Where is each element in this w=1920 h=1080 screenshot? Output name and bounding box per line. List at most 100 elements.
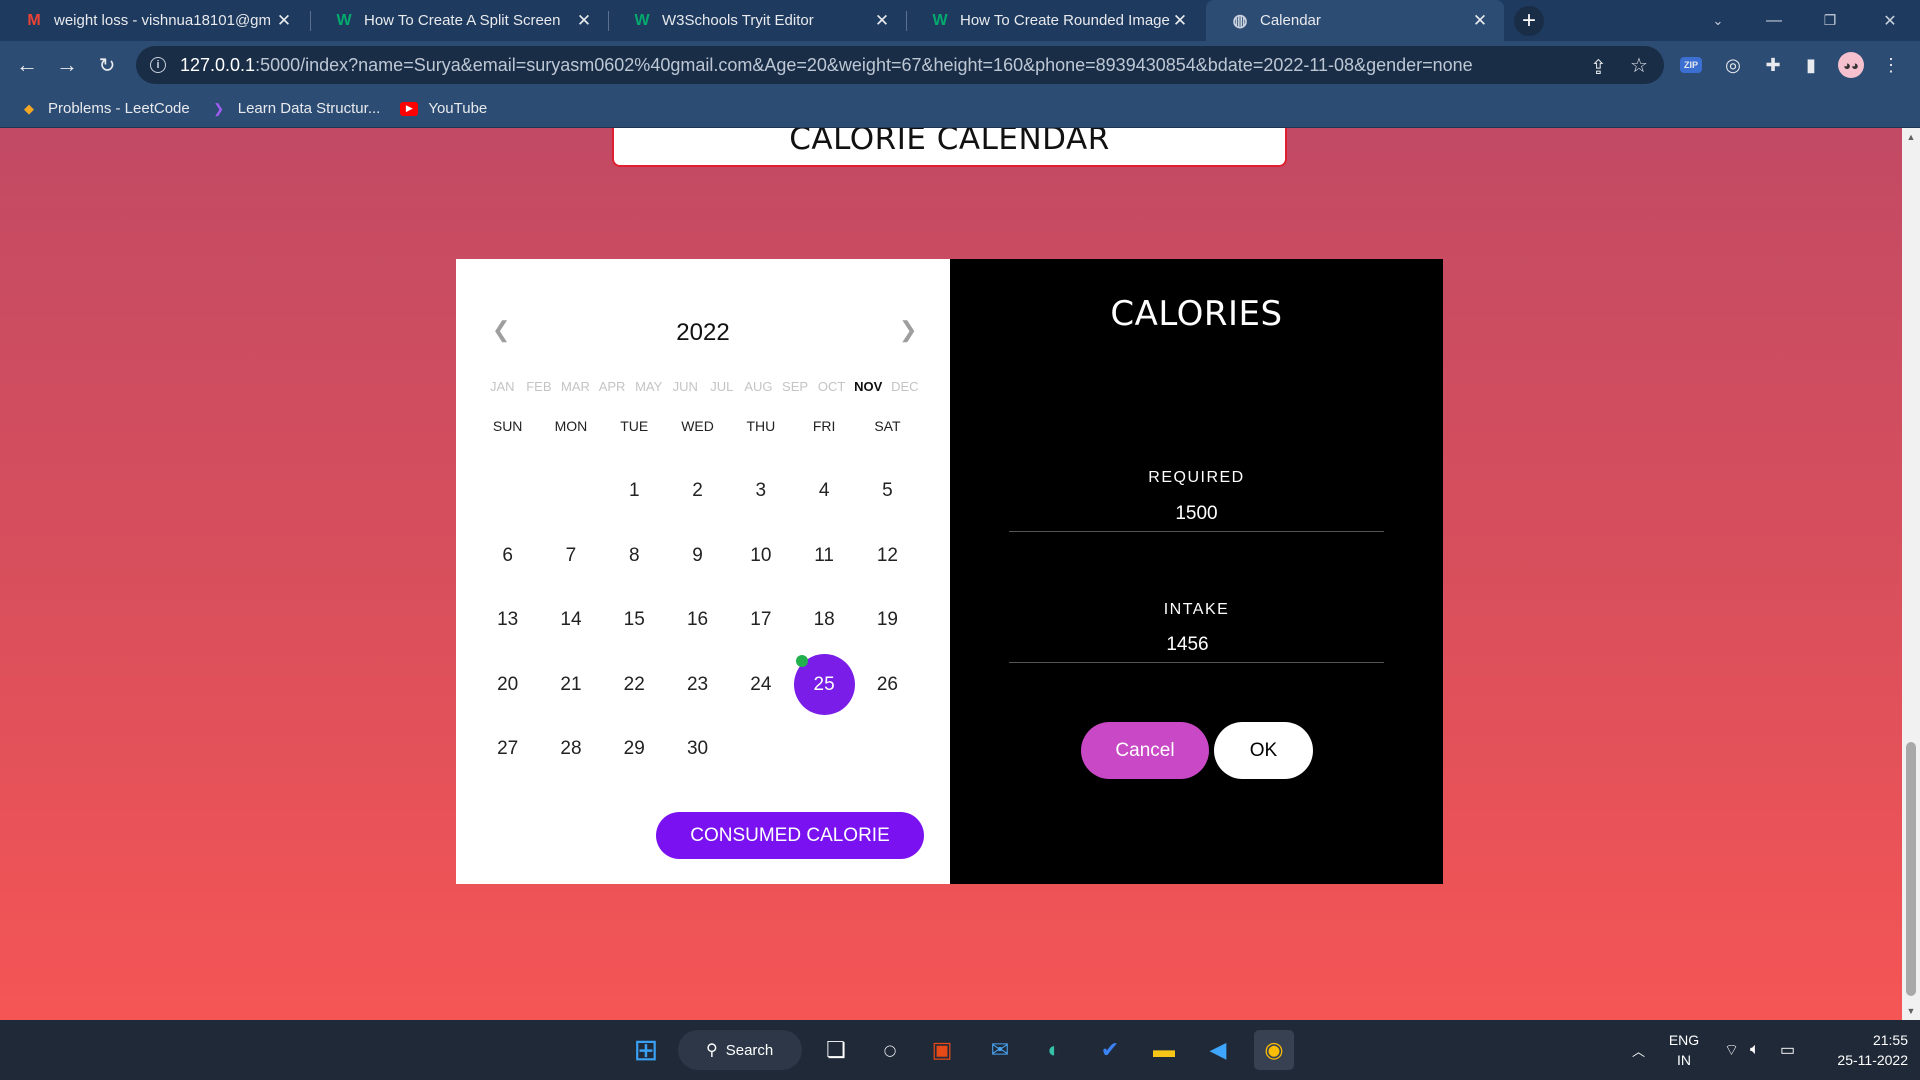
calendar-day-2[interactable]: 2 [666,459,729,524]
close-icon[interactable]: ✕ [274,11,294,31]
todo-icon[interactable]: ✔ [1090,1030,1130,1070]
taskbar-search[interactable]: ⚲ Search [678,1030,802,1070]
month-dec[interactable]: DEC [887,379,924,394]
month-jan[interactable]: JAN [484,379,521,394]
calendar-day-21[interactable]: 21 [539,653,602,718]
month-jul[interactable]: JUL [704,379,741,394]
tab-calendar[interactable]: ◍ Calendar ✕ [1206,0,1504,41]
calendar-day-23[interactable]: 23 [666,653,729,718]
window-close-button[interactable]: ✕ [1862,0,1918,41]
calendar-day-28[interactable]: 28 [539,717,602,782]
back-button[interactable]: ← [10,48,44,82]
close-icon[interactable]: ✕ [1470,11,1490,31]
calendar-day-24[interactable]: 24 [729,653,792,718]
calendar-day-11[interactable]: 11 [792,524,855,589]
calendar-day-29[interactable]: 29 [603,717,666,782]
restore-button[interactable]: ❐ [1802,0,1858,41]
month-mar[interactable]: MAR [557,379,594,394]
next-year-button[interactable]: ❯ [899,317,917,343]
show-hidden-icons[interactable]: ︿ [1632,1020,1645,1080]
ok-button[interactable]: OK [1214,722,1313,779]
tab-gmail[interactable]: M weight loss - vishnua18101@gm ✕ [0,0,308,41]
extension-icon[interactable]: ◎ [1720,52,1746,78]
calendar-day-17[interactable]: 17 [729,588,792,653]
dell-icon[interactable]: ◯ [870,1030,910,1070]
calendar-day-3[interactable]: 3 [729,459,792,524]
calendar-day-5[interactable]: 5 [856,459,919,524]
calendar-day-1[interactable]: 1 [603,459,666,524]
share-icon[interactable]: ⇪ [1590,55,1607,80]
calendar-day-20[interactable]: 20 [476,653,539,718]
scrollbar-thumb[interactable] [1906,742,1916,996]
month-nov[interactable]: NOV [850,379,887,394]
calendar-day-25[interactable]: 25 [792,653,855,718]
puzzle-icon[interactable]: ✚ [1760,52,1786,78]
tab-rounded-images[interactable]: W How To Create Rounded Images ✕ [906,0,1204,41]
bookmark-leetcode[interactable]: ◆ Problems - LeetCode [20,100,190,118]
profile-avatar[interactable]: ◕◕ [1838,52,1864,78]
zip-extension-icon[interactable]: ZIP [1680,57,1702,73]
calendar-day-4[interactable]: 4 [792,459,855,524]
site-info-icon[interactable]: i [150,57,166,73]
calendar-day-10[interactable]: 10 [729,524,792,589]
battery-icon[interactable]: ▭ [1780,1020,1795,1080]
edge-icon[interactable]: ◐ [1034,1030,1074,1070]
page-scrollbar[interactable]: ▲ ▼ [1902,128,1920,1020]
tab-tryit-editor[interactable]: W W3Schools Tryit Editor ✕ [608,0,906,41]
calendar-day-26[interactable]: 26 [856,653,919,718]
scroll-up-arrow[interactable]: ▲ [1902,132,1920,142]
bookmark-data-structures[interactable]: ❯ Learn Data Structur... [210,100,380,118]
office-icon[interactable]: ▣ [922,1030,962,1070]
calendar-day-7[interactable]: 7 [539,524,602,589]
system-clock[interactable]: 21:55 25-11-2022 [1818,1030,1908,1070]
required-input[interactable]: 1500 [1009,503,1384,532]
menu-icon[interactable]: ⋮ [1878,52,1904,78]
month-feb[interactable]: FEB [521,379,558,394]
intake-input[interactable]: 1456 [1009,634,1384,663]
mail-icon[interactable]: ✉ [980,1030,1020,1070]
volume-icon[interactable]: 🔈︎ [1750,1020,1760,1080]
scroll-down-arrow[interactable]: ▼ [1902,1006,1920,1016]
calendar-day-27[interactable]: 27 [476,717,539,782]
calendar-day-19[interactable]: 19 [856,588,919,653]
task-view-icon[interactable]: ❏ [816,1030,856,1070]
calendar-day-16[interactable]: 16 [666,588,729,653]
bookmark-star-icon[interactable]: ☆ [1630,53,1648,78]
chrome-icon[interactable]: ◉ [1254,1030,1294,1070]
calendar-day-9[interactable]: 9 [666,524,729,589]
file-explorer-icon[interactable]: ▬ [1144,1030,1184,1070]
reload-button[interactable]: ↻ [90,48,124,82]
new-tab-button[interactable]: + [1514,6,1544,36]
month-apr[interactable]: APR [594,379,631,394]
close-icon[interactable]: ✕ [574,11,594,31]
calendar-day-13[interactable]: 13 [476,588,539,653]
windows-start-icon[interactable]: ⊞ [626,1030,666,1070]
forward-button[interactable]: → [50,48,84,82]
month-sep[interactable]: SEP [777,379,814,394]
vscode-icon[interactable]: ◀ [1198,1030,1238,1070]
close-icon[interactable]: ✕ [1170,11,1190,31]
consumed-calorie-button[interactable]: CONSUMED CALORIE [656,812,924,859]
tab-search-icon[interactable]: ⌄ [1690,0,1746,41]
wifi-icon[interactable]: ⌔ [1724,1020,1739,1080]
tab-split-screen[interactable]: W How To Create A Split Screen ✕ [310,0,608,41]
side-panel-icon[interactable]: ▮ [1798,52,1824,78]
calendar-day-22[interactable]: 22 [603,653,666,718]
calendar-day-30[interactable]: 30 [666,717,729,782]
minimize-button[interactable]: — [1746,0,1802,41]
calendar-day-14[interactable]: 14 [539,588,602,653]
bookmark-youtube[interactable]: ▶ YouTube [400,100,487,117]
close-icon[interactable]: ✕ [872,11,892,31]
month-may[interactable]: MAY [630,379,667,394]
calendar-day-18[interactable]: 18 [792,588,855,653]
month-aug[interactable]: AUG [740,379,777,394]
month-oct[interactable]: OCT [813,379,850,394]
address-bar[interactable]: i 127.0.0.1:5000/index?name=Surya&email=… [136,46,1664,84]
language-indicator[interactable]: ENG IN [1664,1030,1704,1070]
calendar-day-15[interactable]: 15 [603,588,666,653]
month-jun[interactable]: JUN [667,379,704,394]
calendar-day-8[interactable]: 8 [603,524,666,589]
calendar-day-12[interactable]: 12 [856,524,919,589]
cancel-button[interactable]: Cancel [1081,722,1209,779]
calendar-day-6[interactable]: 6 [476,524,539,589]
